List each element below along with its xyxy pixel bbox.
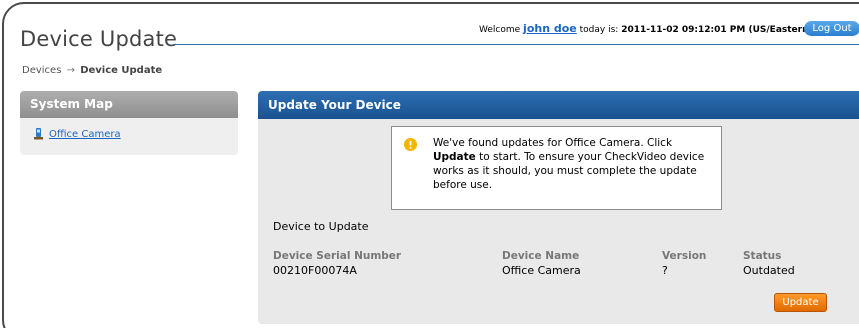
notice-text-before: We've found updates for Office Camera. C…: [433, 137, 673, 149]
welcome-prefix: Welcome: [479, 25, 521, 35]
update-button[interactable]: Update: [774, 293, 827, 312]
breadcrumb-current: Device Update: [80, 65, 163, 76]
column-header-version: Version: [662, 250, 707, 262]
panel-title: Update Your Device: [258, 91, 859, 119]
breadcrumb-separator: →: [66, 65, 75, 76]
logout-button[interactable]: Log Out: [804, 21, 859, 36]
column-header-name: Device Name: [502, 250, 580, 262]
cell-version: ?: [662, 264, 668, 277]
sidebar-item-office-camera[interactable]: Office Camera: [20, 118, 238, 140]
username-link[interactable]: john doe: [523, 22, 577, 35]
today-prefix: today is:: [579, 25, 619, 35]
cell-serial: 00210F00074A: [273, 264, 357, 277]
welcome-bar: Welcome john doe today is: 2011-11-02 09…: [479, 22, 813, 35]
update-device-panel: Update Your Device We've found updates f…: [258, 91, 859, 324]
warning-icon: [404, 138, 417, 151]
camera-icon: [34, 128, 43, 140]
notice-text-bold: Update: [433, 151, 476, 163]
update-notice: We've found updates for Office Camera. C…: [391, 126, 722, 210]
section-label: Device to Update: [273, 220, 369, 233]
system-map-panel: System Map Office Camera: [20, 91, 238, 155]
system-map-title: System Map: [20, 91, 238, 118]
cell-device-name: Office Camera: [502, 264, 581, 277]
cell-status: Outdated: [743, 264, 795, 277]
breadcrumb-devices[interactable]: Devices: [22, 65, 61, 76]
column-header-status: Status: [743, 250, 782, 262]
breadcrumb: Devices → Device Update: [22, 65, 162, 76]
current-datetime: 2011-11-02 09:12:01 PM (US/Eastern): [621, 25, 813, 35]
sidebar-item-label[interactable]: Office Camera: [49, 129, 121, 140]
notice-message: We've found updates for Office Camera. C…: [433, 136, 713, 192]
column-header-serial: Device Serial Number: [273, 250, 402, 262]
title-divider: [173, 44, 859, 45]
page-title: Device Update: [20, 27, 178, 51]
